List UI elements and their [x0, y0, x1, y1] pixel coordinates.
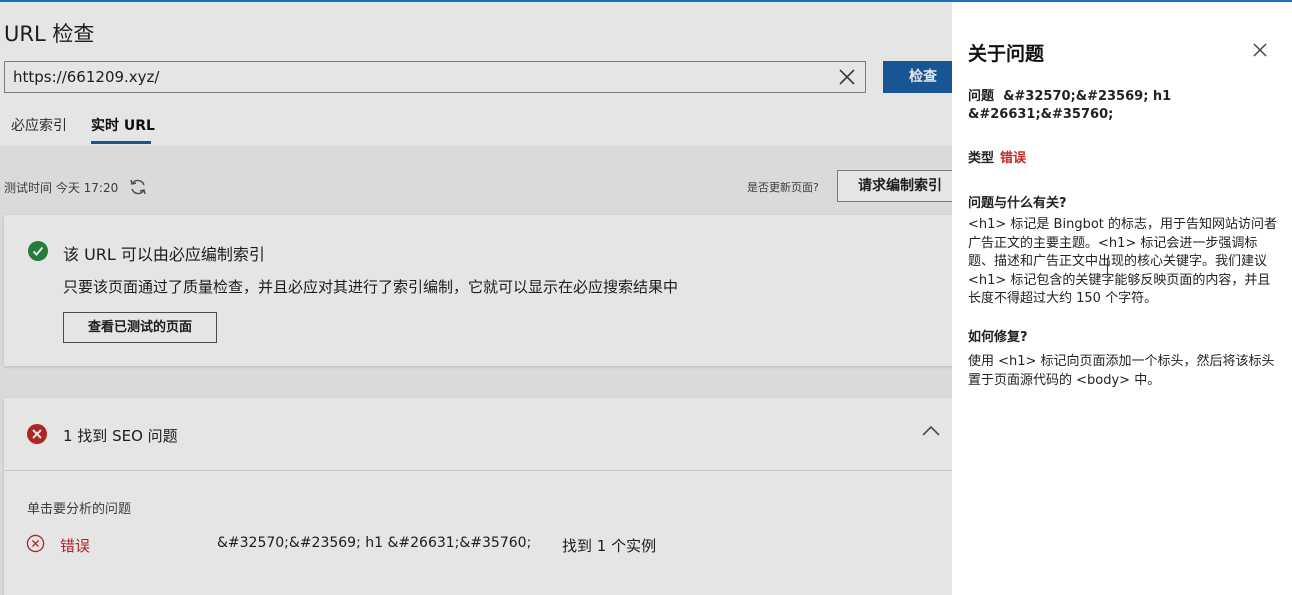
fix-body: 使用 <h1> 标记向页面添加一个标头，然后将该标头置于页面源代码的 <body…	[968, 354, 1275, 388]
panel-type-label: 类型	[968, 151, 995, 166]
panel-title: 关于问题	[968, 43, 1045, 65]
dim-overlay[interactable]	[0, 0, 952, 595]
panel-issue-row: 问题 &#32570;&#23569; h1 &#26631;&#35760;	[968, 88, 1280, 124]
related-body: <h1> 标记是 Bingbot 的标志，用于告知网站访问者广告正文的主要主题。…	[968, 217, 1278, 306]
fix-heading: 如何修复?	[968, 330, 1028, 345]
top-accent-line	[0, 0, 1292, 2]
panel-type-value: 错误	[1000, 151, 1027, 166]
panel-issue-label: 问题	[968, 89, 995, 104]
related-heading: 问题与什么有关?	[968, 196, 1067, 211]
text-cursor	[1107, 258, 1108, 276]
panel-type-row: 类型 错误	[968, 150, 1280, 168]
issue-details-panel: 关于问题 问题 &#32570;&#23569; h1 &#26631;&#35…	[952, 0, 1292, 595]
panel-issue-value: &#32570;&#23569; h1 &#26631;&#35760;	[968, 89, 1172, 122]
close-icon[interactable]	[1252, 42, 1268, 58]
